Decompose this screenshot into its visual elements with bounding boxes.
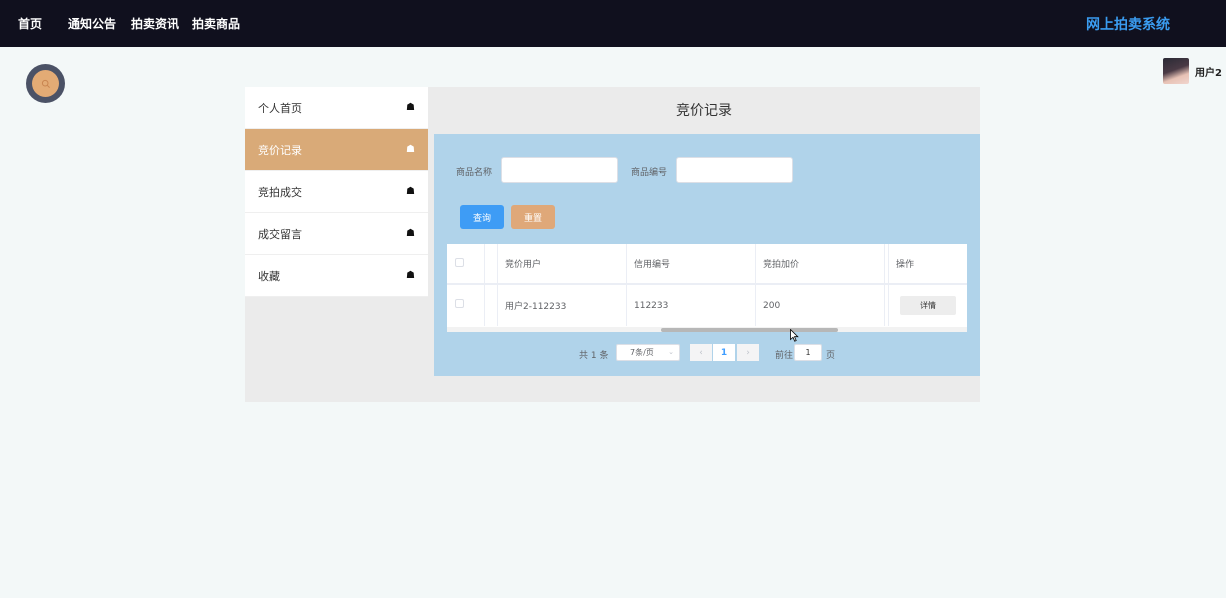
search-icon [32,70,59,97]
home-icon: ☗ [406,144,415,155]
chevron-left-icon: ‹ [699,347,703,358]
cell-credit-no: 112233 [634,300,669,311]
sidebar-item-label: 收藏 [258,269,280,283]
table-divider [497,244,498,326]
mouse-cursor-icon [790,329,799,342]
prev-page-button[interactable]: ‹ [690,344,712,361]
page-number-current[interactable]: 1 [713,344,735,361]
cell-bid-price: 200 [763,300,781,311]
pagination-total: 共 1 条 [579,351,609,361]
sidebar-menu: 个人首页 ☗ 竞价记录 ☗ 竞拍成交 ☗ 成交留言 ☗ 收藏 ☗ [245,87,428,297]
column-header-bid-price: 竞拍加价 [763,260,800,270]
page-title: 竞价记录 [676,103,732,119]
table-divider [484,244,485,326]
home-icon: ☗ [406,228,415,239]
product-name-label: 商品名称 [456,168,493,178]
select-all-checkbox[interactable] [455,258,464,267]
cell-bid-user: 用户2-112233 [505,302,567,312]
column-header-credit-no: 信用编号 [634,260,671,270]
product-code-label: 商品编号 [631,168,668,178]
sidebar-item-auction-deals[interactable]: 竞拍成交 ☗ [245,171,428,213]
nav-goods-link[interactable]: 拍卖商品 [192,15,240,32]
chevron-right-icon: › [746,347,750,358]
next-page-button[interactable]: › [737,344,759,361]
sidebar-item-bid-records[interactable]: 竞价记录 ☗ [245,129,428,171]
goto-label: 前往 [775,351,794,361]
sidebar-item-label: 成交留言 [258,227,302,241]
top-navbar: 首页 通知公告 拍卖资讯 拍卖商品 网上拍卖系统 [0,0,1226,47]
table-divider [626,244,627,326]
table-divider [884,244,885,326]
home-icon: ☗ [406,270,415,281]
user-avatar[interactable] [1163,58,1189,84]
content-panel: 商品名称 商品编号 查询 重置 竞价用户 信用编号 竞拍加价 操作 用户2-11… [434,134,980,376]
table-divider [888,244,889,326]
page-size-select[interactable]: 7条/页 ⌄ [616,344,680,361]
sidebar-item-deal-messages[interactable]: 成交留言 ☗ [245,213,428,255]
home-icon: ☗ [406,102,415,113]
floating-search-button[interactable] [26,64,65,103]
row-checkbox[interactable] [455,299,464,308]
main-container: 个人首页 ☗ 竞价记录 ☗ 竞拍成交 ☗ 成交留言 ☗ 收藏 ☗ 竞价记录 商品… [245,87,980,402]
sidebar-item-label: 竞价记录 [258,143,302,157]
column-header-actions: 操作 [896,260,915,270]
page-unit-label: 页 [826,351,836,361]
product-code-input[interactable] [676,157,793,183]
sidebar-item-label: 个人首页 [258,101,302,115]
bid-records-table: 竞价用户 信用编号 竞拍加价 操作 用户2-112233 112233 200 … [447,244,967,332]
detail-button[interactable]: 详情 [900,296,956,315]
chevron-down-icon: ⌄ [668,348,674,356]
home-icon: ☗ [406,186,415,197]
sidebar-item-label: 竞拍成交 [258,185,302,199]
page-size-value: 7条/页 [630,348,654,357]
product-name-input[interactable] [501,157,618,183]
sidebar-item-favorites[interactable]: 收藏 ☗ [245,255,428,297]
reset-button[interactable]: 重置 [511,205,555,229]
column-header-bid-user: 竞价用户 [505,260,542,270]
nav-home-link[interactable]: 首页 [18,15,42,32]
sidebar-item-personal-home[interactable]: 个人首页 ☗ [245,87,428,129]
username-label[interactable]: 用户2 [1195,64,1222,79]
table-divider [755,244,756,326]
query-button[interactable]: 查询 [460,205,504,229]
site-brand: 网上拍卖系统 [1086,17,1170,33]
goto-page-input[interactable] [794,344,822,361]
scrollbar-thumb[interactable] [661,328,838,332]
nav-notice-link[interactable]: 通知公告 [68,15,116,32]
nav-news-link[interactable]: 拍卖资讯 [131,15,179,32]
